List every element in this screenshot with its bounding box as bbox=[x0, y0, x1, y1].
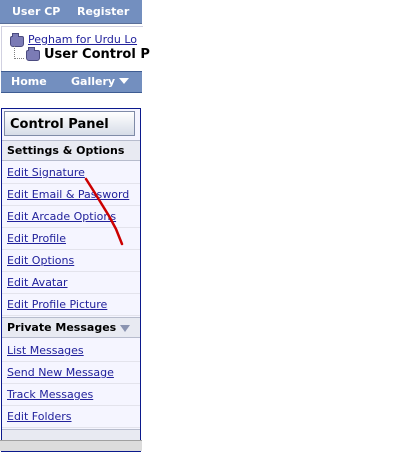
private-messages-section-header[interactable]: Private Messages bbox=[2, 317, 140, 338]
edit-options-link[interactable]: Edit Options bbox=[7, 254, 74, 267]
list-item: Track Messages bbox=[2, 384, 140, 406]
tree-connector bbox=[14, 46, 24, 59]
panel-title: Control Panel bbox=[4, 111, 135, 136]
private-messages-section-label: Private Messages bbox=[7, 321, 117, 334]
edit-avatar-link[interactable]: Edit Avatar bbox=[7, 276, 68, 289]
list-item: Send New Message bbox=[2, 362, 140, 384]
navbar: Home Gallery bbox=[1, 71, 142, 93]
list-messages-link[interactable]: List Messages bbox=[7, 344, 84, 357]
horizontal-scrollbar[interactable] bbox=[0, 440, 142, 451]
edit-email-password-link[interactable]: Edit Email & Password bbox=[7, 188, 129, 201]
list-item: Edit Folders bbox=[2, 406, 140, 428]
settings-section-label: Settings & Options bbox=[7, 144, 125, 157]
list-item: Edit Email & Password bbox=[2, 184, 140, 206]
edit-signature-link[interactable]: Edit Signature bbox=[7, 166, 85, 179]
list-item: Edit Profile Picture bbox=[2, 294, 140, 316]
edit-folders-link[interactable]: Edit Folders bbox=[7, 410, 72, 423]
breadcrumb-forum-link[interactable]: Pegham for Urdu Lo bbox=[28, 33, 137, 46]
register-link[interactable]: Register bbox=[77, 5, 129, 18]
track-messages-link[interactable]: Track Messages bbox=[7, 388, 93, 401]
send-new-message-link[interactable]: Send New Message bbox=[7, 366, 114, 379]
home-link[interactable]: Home bbox=[11, 75, 47, 88]
page-title: User Control P bbox=[44, 47, 150, 62]
list-item: Edit Signature bbox=[2, 162, 140, 184]
chevron-down-icon bbox=[120, 324, 131, 332]
list-item: Edit Profile bbox=[2, 228, 140, 250]
top-nav: User CP Register bbox=[0, 0, 142, 24]
folder-icon bbox=[26, 47, 40, 61]
control-panel: Control Panel Settings & Options Edit Si… bbox=[1, 108, 141, 452]
list-item: Edit Avatar bbox=[2, 272, 140, 294]
list-item: Edit Arcade Options bbox=[2, 206, 140, 228]
settings-section-header: Settings & Options bbox=[2, 140, 140, 161]
chevron-down-icon bbox=[119, 78, 130, 84]
list-item: Edit Options bbox=[2, 250, 140, 272]
edit-profile-link[interactable]: Edit Profile bbox=[7, 232, 66, 245]
edit-arcade-options-link[interactable]: Edit Arcade Options bbox=[7, 210, 116, 223]
list-item: List Messages bbox=[2, 340, 140, 362]
gallery-label: Gallery bbox=[71, 75, 116, 88]
edit-profile-picture-link[interactable]: Edit Profile Picture bbox=[7, 298, 107, 311]
breadcrumb: Pegham for Urdu Lo User Control P bbox=[1, 26, 150, 71]
gallery-menu[interactable]: Gallery bbox=[71, 75, 130, 88]
user-cp-link[interactable]: User CP bbox=[12, 5, 60, 18]
